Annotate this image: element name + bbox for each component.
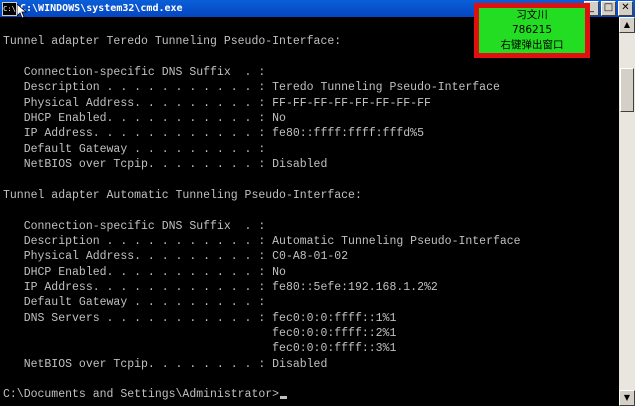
command-prompt[interactable]: C:\Documents and Settings\Administrator>	[3, 387, 288, 402]
vertical-scrollbar[interactable]: ▲ ▼	[619, 17, 635, 406]
scroll-down-button[interactable]: ▼	[619, 390, 635, 406]
console-line: Tunnel adapter Teredo Tunneling Pseudo-I…	[3, 35, 342, 49]
console-line: fec0:0:0:ffff::3%1	[3, 342, 397, 356]
window-controls: _ □ ✕	[584, 1, 633, 16]
console-line: NetBIOS over Tcpip. . . . . . . . : Disa…	[3, 158, 328, 172]
console-line: DHCP Enabled. . . . . . . . . . . : No	[3, 112, 286, 126]
console-line: Default Gateway . . . . . . . . . :	[3, 296, 266, 310]
console-line: fec0:0:0:ffff::2%1	[3, 327, 397, 340]
console-line: Physical Address. . . . . . . . . : FF-F…	[3, 96, 431, 110]
overlay-name: 习文川	[516, 9, 548, 21]
user-info-overlay[interactable]: 习文川 786215 右键弹出窗口	[474, 3, 590, 58]
console-line: Connection-specific DNS Suffix . :	[3, 66, 266, 80]
console-line: DNS Servers . . . . . . . . . . . : fec0…	[3, 311, 397, 325]
console-output[interactable]: Tunnel adapter Teredo Tunneling Pseudo-I…	[0, 17, 619, 406]
cmd-window: C:\ C:\WINDOWS\system32\cmd.exe _ □ ✕ Tu…	[0, 0, 635, 406]
console-line: IP Address. . . . . . . . . . . . : fe80…	[3, 280, 438, 294]
console-line: Description . . . . . . . . . . . : Auto…	[3, 234, 521, 248]
close-button[interactable]: ✕	[618, 1, 633, 16]
scrollbar-thumb[interactable]	[620, 68, 634, 112]
console-line: NetBIOS over Tcpip. . . . . . . . : Disa…	[3, 357, 328, 371]
console-line: DHCP Enabled. . . . . . . . . . . : No	[3, 265, 286, 279]
overlay-hint: 右键弹出窗口	[500, 39, 564, 51]
console-line: Physical Address. . . . . . . . . : C0-A…	[3, 250, 349, 264]
scroll-up-button[interactable]: ▲	[619, 17, 635, 33]
prompt-text: C:\Documents and Settings\Administrator>	[3, 388, 280, 402]
cmd-app-icon[interactable]: C:\	[2, 2, 17, 16]
user-info-panel[interactable]: 习文川 786215 右键弹出窗口	[479, 8, 585, 53]
console-line: Tunnel adapter Automatic Tunneling Pseud…	[3, 188, 362, 202]
text-cursor	[280, 396, 288, 400]
window-title: C:\WINDOWS\system32\cmd.exe	[20, 3, 183, 14]
console-line: IP Address. . . . . . . . . . . . : fe80…	[3, 127, 424, 141]
overlay-number: 786215	[511, 24, 553, 36]
console-line: Connection-specific DNS Suffix . :	[3, 219, 266, 233]
console-line: Description . . . . . . . . . . . : Tere…	[3, 81, 500, 95]
console-line: Default Gateway . . . . . . . . . :	[3, 142, 266, 156]
maximize-button[interactable]: □	[601, 1, 616, 16]
